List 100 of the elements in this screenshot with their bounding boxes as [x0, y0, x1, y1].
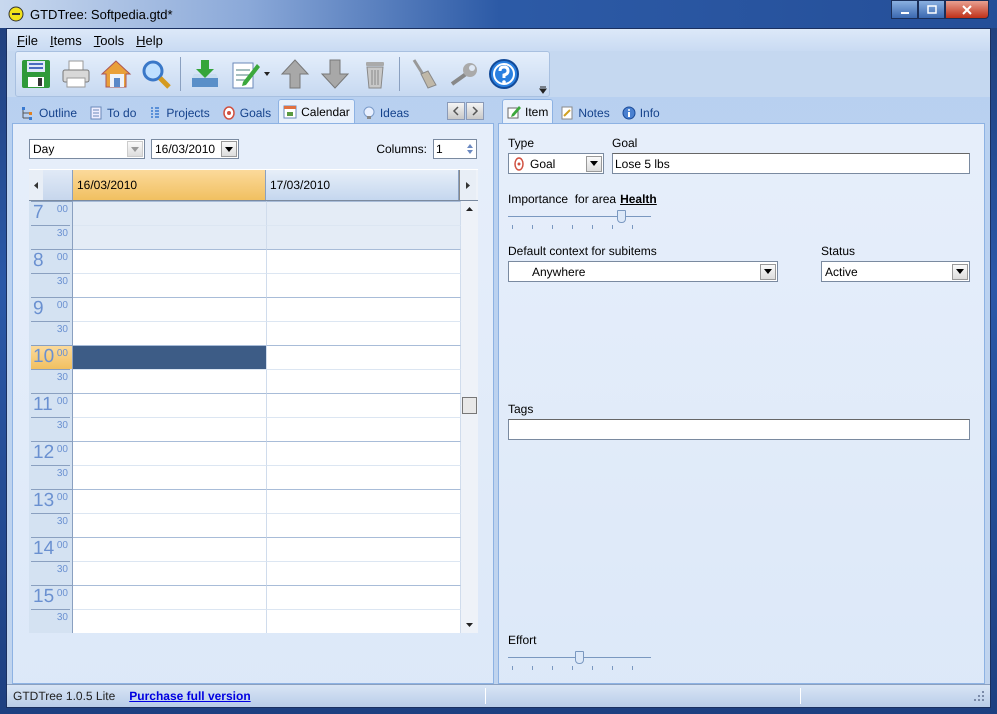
tab[interactable]: Ideas [356, 101, 414, 123]
minimize-button[interactable] [891, 0, 918, 19]
maximize-button[interactable] [918, 0, 945, 19]
time-slot[interactable] [267, 249, 461, 273]
time-slot[interactable] [73, 393, 267, 417]
minute-label: 30 [56, 467, 68, 479]
effort-slider[interactable] [508, 651, 651, 669]
tab[interactable]: Notes [555, 101, 615, 123]
menu-item[interactable]: File [11, 32, 44, 48]
time-slot[interactable] [73, 249, 267, 273]
house-icon[interactable] [100, 58, 132, 90]
tab[interactable]: Projects [143, 101, 215, 123]
inbox-download-icon[interactable] [189, 58, 221, 90]
time-slot[interactable] [73, 297, 267, 321]
calendar-icon [283, 104, 298, 118]
right-arrow-icon [466, 182, 470, 188]
scroll-left-button[interactable] [447, 102, 465, 120]
tab[interactable]: Outline [16, 101, 82, 123]
columns-spinner[interactable]: 1 [433, 139, 477, 159]
up-arrow-icon[interactable] [279, 58, 311, 90]
minute-label: 00 [56, 491, 68, 503]
menu-item[interactable]: Items [44, 32, 88, 48]
maximize-icon [926, 4, 936, 14]
window-title: GTDTree: Softpedia.gtd* [30, 6, 173, 22]
scroll-up-icon[interactable] [466, 207, 472, 211]
scroll-down-icon[interactable] [466, 623, 472, 627]
time-slot[interactable] [267, 489, 461, 513]
tags-field[interactable] [508, 419, 970, 440]
time-slot[interactable] [73, 537, 267, 561]
minute-label: 30 [56, 371, 68, 383]
minimize-icon [900, 12, 908, 14]
area-link[interactable]: Health [620, 192, 657, 206]
caret-icon[interactable] [586, 156, 602, 172]
time-slot[interactable] [267, 441, 461, 465]
time-slot[interactable] [73, 489, 267, 513]
menu-item[interactable]: Tools [88, 32, 130, 48]
importance-slider[interactable] [508, 210, 651, 228]
previous-day-button[interactable] [29, 170, 43, 200]
time-slot[interactable] [73, 201, 267, 225]
target-icon [222, 106, 236, 120]
hour-label: 9 [33, 298, 44, 320]
day-header[interactable]: 16/03/2010 [73, 170, 266, 200]
hour-label: 8 [33, 250, 44, 272]
time-slot[interactable] [267, 297, 461, 321]
minute-label: 30 [56, 611, 68, 623]
spinner-arrows-icon[interactable] [466, 143, 474, 155]
importance-label: Importance for area [508, 192, 616, 206]
minute-label: 30 [56, 515, 68, 527]
tab[interactable]: To do [84, 101, 142, 123]
view-dropdown[interactable]: Day [29, 139, 145, 159]
next-day-button[interactable] [459, 170, 476, 200]
menu-item[interactable]: Help [130, 32, 169, 48]
minute-label: 00 [56, 443, 68, 455]
time-slot[interactable] [73, 441, 267, 465]
tab[interactable]: Calendar [278, 99, 355, 123]
minute-label: 00 [56, 299, 68, 311]
hour-label: 13 [33, 490, 54, 512]
time-slot[interactable] [267, 585, 461, 609]
hour-label: 15 [33, 586, 54, 608]
toolbar-overflow-icon[interactable] [539, 86, 547, 94]
minute-label: 00 [56, 203, 68, 215]
chevron-right-icon [470, 106, 480, 116]
goal-label: Goal [612, 136, 638, 150]
type-dropdown[interactable]: Goal [508, 153, 604, 174]
time-slot[interactable] [73, 345, 267, 369]
status-dropdown[interactable]: Active [821, 261, 970, 282]
target-icon [512, 156, 526, 170]
minute-label: 00 [56, 347, 68, 359]
printer-icon[interactable] [60, 58, 92, 90]
scroll-right-button[interactable] [466, 102, 484, 120]
purchase-link[interactable]: Purchase full version [129, 689, 251, 703]
search-icon[interactable] [140, 58, 172, 90]
version-text: GTDTree 1.0.5 Lite [13, 689, 116, 703]
tab[interactable]: Goals [216, 101, 276, 123]
minute-label: 30 [56, 563, 68, 575]
hour-label: 11 [33, 394, 53, 416]
tags-label: Tags [508, 402, 534, 416]
day-header[interactable]: 17/03/2010 [266, 170, 459, 200]
time-slot[interactable] [267, 393, 461, 417]
time-slot[interactable] [73, 585, 267, 609]
time-slot[interactable] [267, 345, 461, 369]
minute-label: 30 [56, 419, 68, 431]
resize-grip-icon[interactable] [974, 691, 984, 701]
caret-icon[interactable] [221, 141, 237, 157]
goal-field[interactable]: Lose 5 lbs [612, 153, 970, 174]
help-icon[interactable] [488, 58, 520, 90]
minute-label: 00 [56, 539, 68, 551]
light-bulb-icon [362, 106, 376, 120]
tab[interactable]: Info [616, 101, 665, 123]
close-button[interactable] [945, 0, 989, 19]
date-picker[interactable]: 16/03/2010 [151, 139, 239, 159]
time-slot[interactable] [267, 537, 461, 561]
close-icon [962, 4, 972, 14]
context-dropdown[interactable]: Anywhere [508, 261, 778, 282]
caret-icon[interactable] [952, 264, 968, 280]
tab[interactable]: Item [502, 99, 554, 123]
scrollbar-thumb[interactable] [462, 397, 476, 414]
caret-icon[interactable] [263, 71, 271, 77]
caret-icon[interactable] [760, 264, 776, 280]
down-arrow-icon[interactable] [319, 58, 351, 90]
